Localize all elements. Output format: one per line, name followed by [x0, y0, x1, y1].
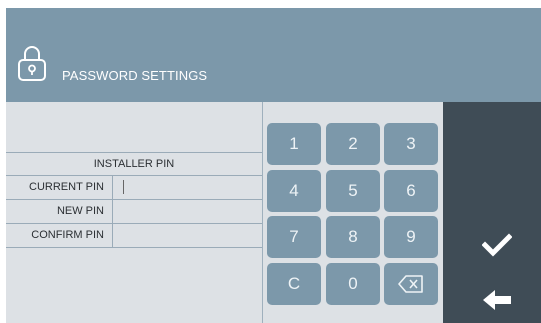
password-settings-screen: PASSWORD SETTINGS INSTALLER PIN CURRENT … — [6, 8, 541, 323]
pin-form: INSTALLER PIN CURRENT PIN NEW PIN CONFIR… — [6, 102, 263, 323]
key-6[interactable]: 6 — [384, 170, 438, 212]
action-panel — [443, 102, 541, 323]
key-5[interactable]: 5 — [326, 170, 380, 212]
new-pin-row: NEW PIN — [6, 200, 262, 224]
text-cursor — [123, 180, 124, 194]
key-2[interactable]: 2 — [326, 123, 380, 165]
confirm-pin-label: CONFIRM PIN — [6, 224, 113, 247]
key-1[interactable]: 1 — [267, 123, 321, 165]
new-pin-input[interactable] — [114, 200, 262, 223]
back-button[interactable] — [479, 284, 515, 316]
new-pin-label: NEW PIN — [6, 200, 113, 223]
key-clear[interactable]: C — [267, 263, 321, 305]
numeric-keypad: 1 2 3 4 5 6 7 8 9 C 0 — [263, 102, 443, 323]
key-backspace[interactable] — [384, 263, 438, 305]
current-pin-label: CURRENT PIN — [6, 176, 113, 199]
section-title: INSTALLER PIN — [6, 152, 262, 176]
current-pin-row: CURRENT PIN — [6, 176, 262, 200]
lock-icon — [18, 46, 46, 81]
page-title: PASSWORD SETTINGS — [62, 68, 208, 83]
confirm-button[interactable] — [479, 230, 515, 260]
current-pin-input[interactable] — [114, 176, 262, 199]
back-arrow-icon — [483, 290, 511, 310]
backspace-icon — [398, 275, 423, 293]
checkmark-icon — [482, 233, 512, 257]
key-7[interactable]: 7 — [267, 216, 321, 258]
key-8[interactable]: 8 — [326, 216, 380, 258]
key-9[interactable]: 9 — [384, 216, 438, 258]
confirm-pin-row: CONFIRM PIN — [6, 224, 262, 248]
key-3[interactable]: 3 — [384, 123, 438, 165]
key-0[interactable]: 0 — [326, 263, 380, 305]
key-4[interactable]: 4 — [267, 170, 321, 212]
header-bar: PASSWORD SETTINGS — [6, 8, 541, 102]
confirm-pin-input[interactable] — [114, 224, 262, 247]
